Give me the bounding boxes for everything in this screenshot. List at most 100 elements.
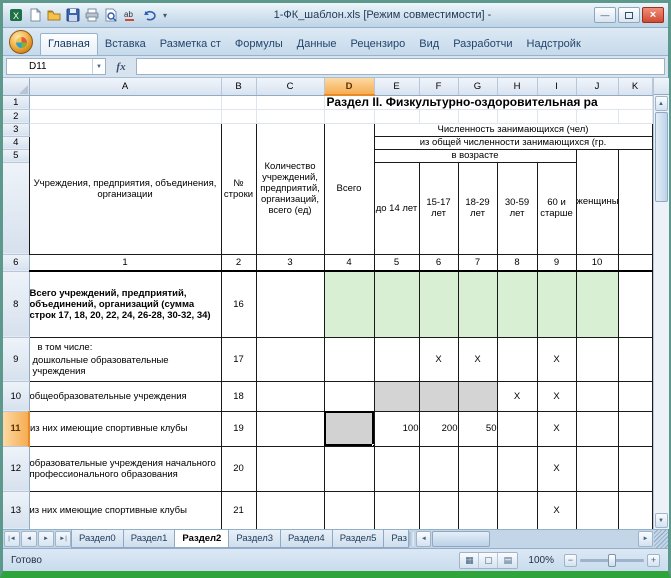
tab-next-button[interactable]: ► [38,531,54,547]
colnum-K[interactable] [617,253,653,272]
insert-function-button[interactable]: fx [109,61,133,73]
zoom-level[interactable]: 100% [524,555,558,566]
ribbon-tab-view[interactable]: Вид [412,34,446,55]
cell-I10[interactable]: X [536,380,577,412]
cell-C9[interactable] [255,336,325,382]
cell-G12[interactable] [457,445,498,492]
cell-D9[interactable] [323,336,375,382]
header-age-15-17[interactable]: 15-17 лет [418,161,459,255]
sheet-tab-razdel1[interactable]: Раздел1 [122,530,176,548]
cell-B8[interactable]: 16 [220,270,257,338]
cell-G8[interactable] [457,270,498,338]
select-all-corner[interactable] [3,78,30,96]
new-document-icon[interactable] [26,7,43,24]
cell-H2[interactable] [497,109,538,124]
cell-D2[interactable] [324,109,375,124]
colnum-1[interactable]: 1 [28,253,222,272]
colnum-7[interactable]: 7 [457,253,498,272]
colnum-8[interactable]: 8 [496,253,538,272]
print-preview-icon[interactable] [102,7,119,24]
undo-icon[interactable] [140,7,157,24]
header-org-count[interactable]: Количество учреждений, предприятий, орга… [255,122,325,255]
cell-F8[interactable] [418,270,459,338]
cell-C10[interactable] [255,380,325,412]
header-line-no[interactable]: № строки [220,122,257,255]
cell-D13[interactable] [323,490,375,530]
header-age-30-59[interactable]: 30-59 лет [496,161,538,255]
tab-last-button[interactable]: ►| [55,531,71,547]
cell-B2[interactable] [221,109,257,124]
cell-F2[interactable] [419,109,459,124]
column-header-A[interactable]: A [29,78,222,96]
cell-G9[interactable]: X [457,336,498,382]
cell-E8[interactable] [373,270,420,338]
cell-I12[interactable]: X [536,445,577,492]
normal-view-button[interactable]: ▦ [460,552,480,568]
cell-E9[interactable] [373,336,420,382]
restore-button[interactable] [618,7,640,23]
cell-J10[interactable] [575,380,619,412]
row-header-6[interactable]: 6 [3,254,30,272]
cell-F13[interactable] [418,490,459,530]
ribbon-tab-data[interactable]: Данные [290,34,344,55]
cell-B11[interactable]: 19 [220,410,257,447]
active-cell-D11[interactable] [323,410,375,447]
colnum-6[interactable]: 6 [418,253,459,272]
header-age-18-29[interactable]: 18-29 лет [457,161,498,255]
cell-F9[interactable]: X [418,336,459,382]
header-K-partial[interactable] [617,148,653,255]
print-icon[interactable] [83,7,100,24]
ribbon-tab-review[interactable]: Рецензиро [344,34,413,55]
colnum-4[interactable]: 4 [323,253,375,272]
row-header-8[interactable]: 8 [3,271,30,338]
sheet-tab-razdel2-active[interactable]: Раздел2 [174,530,230,548]
colnum-9[interactable]: 9 [536,253,577,272]
resize-grip[interactable] [654,530,668,548]
cell-C12[interactable] [255,445,325,492]
horizontal-scrollbar-track[interactable] [491,531,638,547]
sheet-tab-partial[interactable]: Раз [383,530,410,548]
sheet-tab-razdel5[interactable]: Раздел5 [331,530,385,548]
cell-D10[interactable] [323,380,375,412]
cell-K8[interactable] [617,270,653,338]
page-break-view-button[interactable]: ▤ [498,552,518,568]
scroll-right-button[interactable]: ► [638,531,653,547]
colnum-2[interactable]: 2 [220,253,257,272]
column-header-E[interactable]: E [374,78,420,96]
cell-I13[interactable]: X [536,490,577,530]
ribbon-tab-developer[interactable]: Разработчи [446,34,519,55]
cell-E2[interactable] [374,109,420,124]
cell-I9[interactable]: X [536,336,577,382]
page-layout-view-button[interactable]: ▢ [479,552,499,568]
column-header-F[interactable]: F [419,78,459,96]
cell-I11[interactable]: X [536,410,577,447]
qat-dropdown-icon[interactable]: ▾ [159,7,171,24]
cell-H11[interactable] [496,410,538,447]
cell-J13[interactable] [575,490,619,530]
cell-H8[interactable] [496,270,538,338]
row-header-9[interactable]: 9 [3,337,30,382]
column-header-H[interactable]: H [497,78,538,96]
header-group-age[interactable]: в возрасте [373,148,577,163]
column-header-G[interactable]: G [458,78,498,96]
colnum-3[interactable]: 3 [255,253,325,272]
cell-A2[interactable] [29,109,222,124]
cell-H12[interactable] [496,445,538,492]
cell-I2[interactable] [537,109,577,124]
vertical-scrollbar[interactable]: ▲ ▼ [652,78,669,529]
cell-B13[interactable]: 21 [220,490,257,530]
zoom-in-button[interactable]: + [647,553,660,567]
row-header-13[interactable]: 13 [3,491,30,530]
header-age-60plus[interactable]: 60 и старше [536,161,577,255]
cell-B10[interactable]: 18 [220,380,257,412]
row-header-2[interactable]: 2 [3,109,30,124]
column-header-B[interactable]: B [221,78,257,96]
zoom-slider-thumb[interactable] [608,553,616,567]
tab-first-button[interactable]: |◄ [4,531,20,547]
cell-H13[interactable] [496,490,538,530]
cell-E12[interactable] [373,445,420,492]
cell-K12[interactable] [617,445,653,492]
cell-A1[interactable] [29,95,222,110]
cell-D12[interactable] [323,445,375,492]
header-group-top[interactable]: Численность занимающихся (чел) [373,122,653,137]
